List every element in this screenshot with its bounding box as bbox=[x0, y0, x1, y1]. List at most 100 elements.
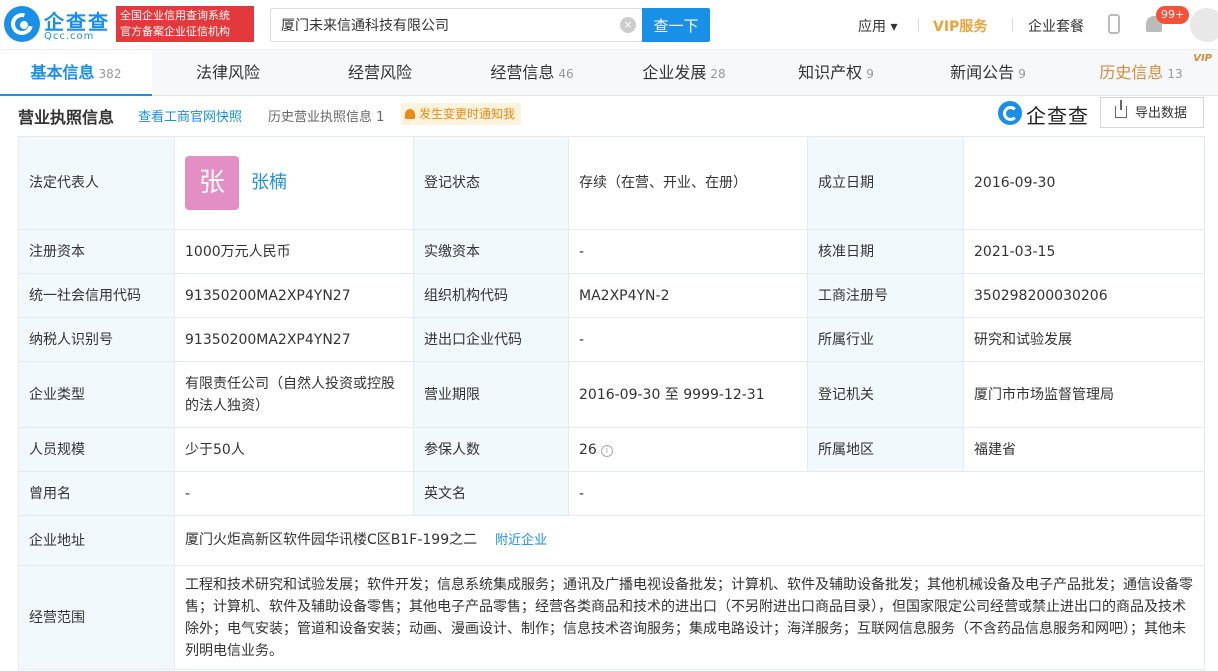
tab-label: 经营风险 bbox=[347, 63, 412, 82]
tab-development[interactable]: 企业发展 28 bbox=[608, 50, 760, 96]
cell-value: 91350200MA2XP4YN27 bbox=[174, 273, 414, 318]
tab-legal-risk[interactable]: 法律风险 bbox=[152, 50, 304, 96]
official-snapshot-link[interactable]: 查看工商官网快照 bbox=[138, 106, 242, 125]
insured-cell: 26 i bbox=[568, 427, 808, 472]
nav-vip-service[interactable]: VIP服务 bbox=[933, 16, 987, 36]
export-label: 导出数据 bbox=[1135, 105, 1188, 120]
tab-count: 46 bbox=[558, 67, 574, 81]
cell-value: 2016-09-30 bbox=[963, 136, 1205, 230]
cell-label: 进出口企业代码 bbox=[413, 317, 569, 362]
badge-line-2: 官方备案企业征信机构 bbox=[120, 25, 230, 38]
download-icon bbox=[1115, 100, 1127, 118]
cell-value: 福建省 bbox=[963, 427, 1205, 472]
cell-value: 研究和试验发展 bbox=[963, 317, 1205, 362]
tab-news[interactable]: 新闻公告 9 bbox=[912, 50, 1064, 96]
info-icon[interactable]: i bbox=[600, 444, 613, 457]
cell-value: 厦门市市场监督管理局 bbox=[963, 361, 1205, 428]
nav-app-menu[interactable]: 应用 ▾ bbox=[858, 16, 897, 36]
tab-business-risk[interactable]: 经营风险 bbox=[304, 50, 456, 96]
nearby-companies-link[interactable]: 附近企业 bbox=[495, 533, 547, 548]
cell-label: 统一社会信用代码 bbox=[18, 273, 175, 318]
cell-label: 实缴资本 bbox=[413, 229, 569, 274]
notification-count-badge: 99+ bbox=[1156, 6, 1190, 24]
table-row: 人员规模 少于50人 参保人数 26 i 所属地区 福建省 bbox=[18, 427, 1205, 472]
cell-label: 参保人数 bbox=[413, 427, 569, 472]
tab-business-info[interactable]: 经营信息 46 bbox=[456, 50, 608, 96]
vip-tag: VIP bbox=[1193, 53, 1212, 64]
cell-value: 少于50人 bbox=[174, 427, 414, 472]
legal-rep-cell: 张 张楠 bbox=[174, 136, 414, 230]
cell-value: 有限责任公司（自然人投资或控股的法人独资） bbox=[174, 361, 414, 428]
legal-rep-avatar[interactable]: 张 bbox=[185, 156, 239, 210]
site-logo[interactable]: 企查查 Qcc.com bbox=[4, 6, 112, 44]
official-badge[interactable]: 全国企业信用查询系统 官方备案企业征信机构 bbox=[116, 6, 254, 42]
cell-value: 1000万元人民币 bbox=[174, 229, 414, 274]
search-box: × bbox=[270, 8, 642, 42]
cell-label: 营业期限 bbox=[413, 361, 569, 428]
phone-icon[interactable] bbox=[1108, 14, 1120, 34]
top-header: 企查查 Qcc.com 全国企业信用查询系统 官方备案企业征信机构 × 查一下 … bbox=[0, 0, 1218, 50]
export-data-button[interactable]: 导出数据 bbox=[1100, 97, 1204, 128]
cell-value: 350298200030206 bbox=[963, 273, 1205, 318]
tab-count: 13 bbox=[1167, 67, 1183, 81]
cell-label: 核准日期 bbox=[807, 229, 964, 274]
table-row: 曾用名 - 英文名 - bbox=[18, 471, 1205, 516]
cell-value: 存续（在营、开业、在册） bbox=[568, 136, 808, 230]
change-notify-button[interactable]: 发生变更时通知我 bbox=[401, 103, 522, 125]
nav-divider bbox=[1012, 18, 1013, 32]
cell-value: 26 bbox=[579, 441, 597, 458]
cell-label: 登记机关 bbox=[807, 361, 964, 428]
cell-label: 组织机构代码 bbox=[413, 273, 569, 318]
address-value: 厦门火炬高新区软件园华讯楼C区B1F-199之二 bbox=[185, 532, 478, 548]
tab-label: 历史信息 bbox=[1099, 63, 1164, 82]
table-row: 法定代表人 张 张楠 登记状态 存续（在营、开业、在册） 成立日期 2016-0… bbox=[18, 136, 1205, 230]
search-input[interactable] bbox=[281, 9, 611, 41]
table-row: 企业类型 有限责任公司（自然人投资或控股的法人独资） 营业期限 2016-09-… bbox=[18, 361, 1205, 428]
cell-value: - bbox=[568, 471, 1205, 516]
user-avatar[interactable] bbox=[1190, 8, 1218, 42]
tab-ip[interactable]: 知识产权 9 bbox=[760, 50, 912, 96]
search-button[interactable]: 查一下 bbox=[642, 8, 710, 42]
brand-logo: 企查查 bbox=[998, 100, 1094, 128]
bell-icon bbox=[405, 109, 415, 119]
cell-label: 人员规模 bbox=[18, 427, 175, 472]
license-info-table: 法定代表人 张 张楠 登记状态 存续（在营、开业、在册） 成立日期 2016-0… bbox=[18, 136, 1205, 670]
cell-label: 英文名 bbox=[413, 471, 569, 516]
tab-count: 9 bbox=[1018, 67, 1026, 81]
cell-label: 纳税人识别号 bbox=[18, 317, 175, 362]
cell-label: 所属地区 bbox=[807, 427, 964, 472]
cell-value: - bbox=[174, 471, 414, 516]
notify-label: 发生变更时通知我 bbox=[419, 107, 516, 121]
cell-label: 经营范围 bbox=[18, 565, 175, 670]
clear-icon[interactable]: × bbox=[620, 17, 636, 33]
legal-rep-name-link[interactable]: 张楠 bbox=[251, 172, 287, 194]
brand-text: 企查查 bbox=[1026, 104, 1089, 128]
table-row: 经营范围 工程和技术研究和试验发展；软件开发；信息系统集成服务；通讯及广播电视设… bbox=[18, 565, 1205, 670]
nav-enterprise-package[interactable]: 企业套餐 bbox=[1028, 16, 1084, 36]
table-row: 注册资本 1000万元人民币 实缴资本 - 核准日期 2021-03-15 bbox=[18, 229, 1205, 274]
cell-label: 企业类型 bbox=[18, 361, 175, 428]
table-row: 企业地址 厦门火炬高新区软件园华讯楼C区B1F-199之二 附近企业 bbox=[18, 515, 1205, 566]
tab-label: 基本信息 bbox=[30, 63, 95, 82]
cell-value: - bbox=[568, 229, 808, 274]
cell-value: - bbox=[568, 317, 808, 362]
tab-basic-info[interactable]: 基本信息 382 bbox=[0, 50, 152, 96]
cell-value: 2016-09-30 至 9999-12-31 bbox=[568, 361, 808, 428]
cell-label: 所属行业 bbox=[807, 317, 964, 362]
tab-label: 企业发展 bbox=[642, 63, 707, 82]
cell-value: 91350200MA2XP4YN27 bbox=[174, 317, 414, 362]
table-row: 统一社会信用代码 91350200MA2XP4YN27 组织机构代码 MA2XP… bbox=[18, 273, 1205, 318]
cell-value: 2021-03-15 bbox=[963, 229, 1205, 274]
tab-history[interactable]: 历史信息 13 VIP bbox=[1064, 50, 1218, 96]
cell-label: 工商注册号 bbox=[807, 273, 964, 318]
table-row: 纳税人识别号 91350200MA2XP4YN27 进出口企业代码 - 所属行业… bbox=[18, 317, 1205, 362]
tab-label: 法律风险 bbox=[195, 63, 260, 82]
section-title: 营业执照信息 bbox=[18, 108, 115, 127]
cell-label: 曾用名 bbox=[18, 471, 175, 516]
tab-count: 28 bbox=[710, 67, 726, 81]
cell-label: 登记状态 bbox=[413, 136, 569, 230]
history-license-link[interactable]: 历史营业执照信息 1 bbox=[268, 106, 384, 125]
logo-mark-icon bbox=[4, 6, 40, 42]
cell-label: 注册资本 bbox=[18, 229, 175, 274]
logo-domain: Qcc.com bbox=[44, 31, 95, 42]
